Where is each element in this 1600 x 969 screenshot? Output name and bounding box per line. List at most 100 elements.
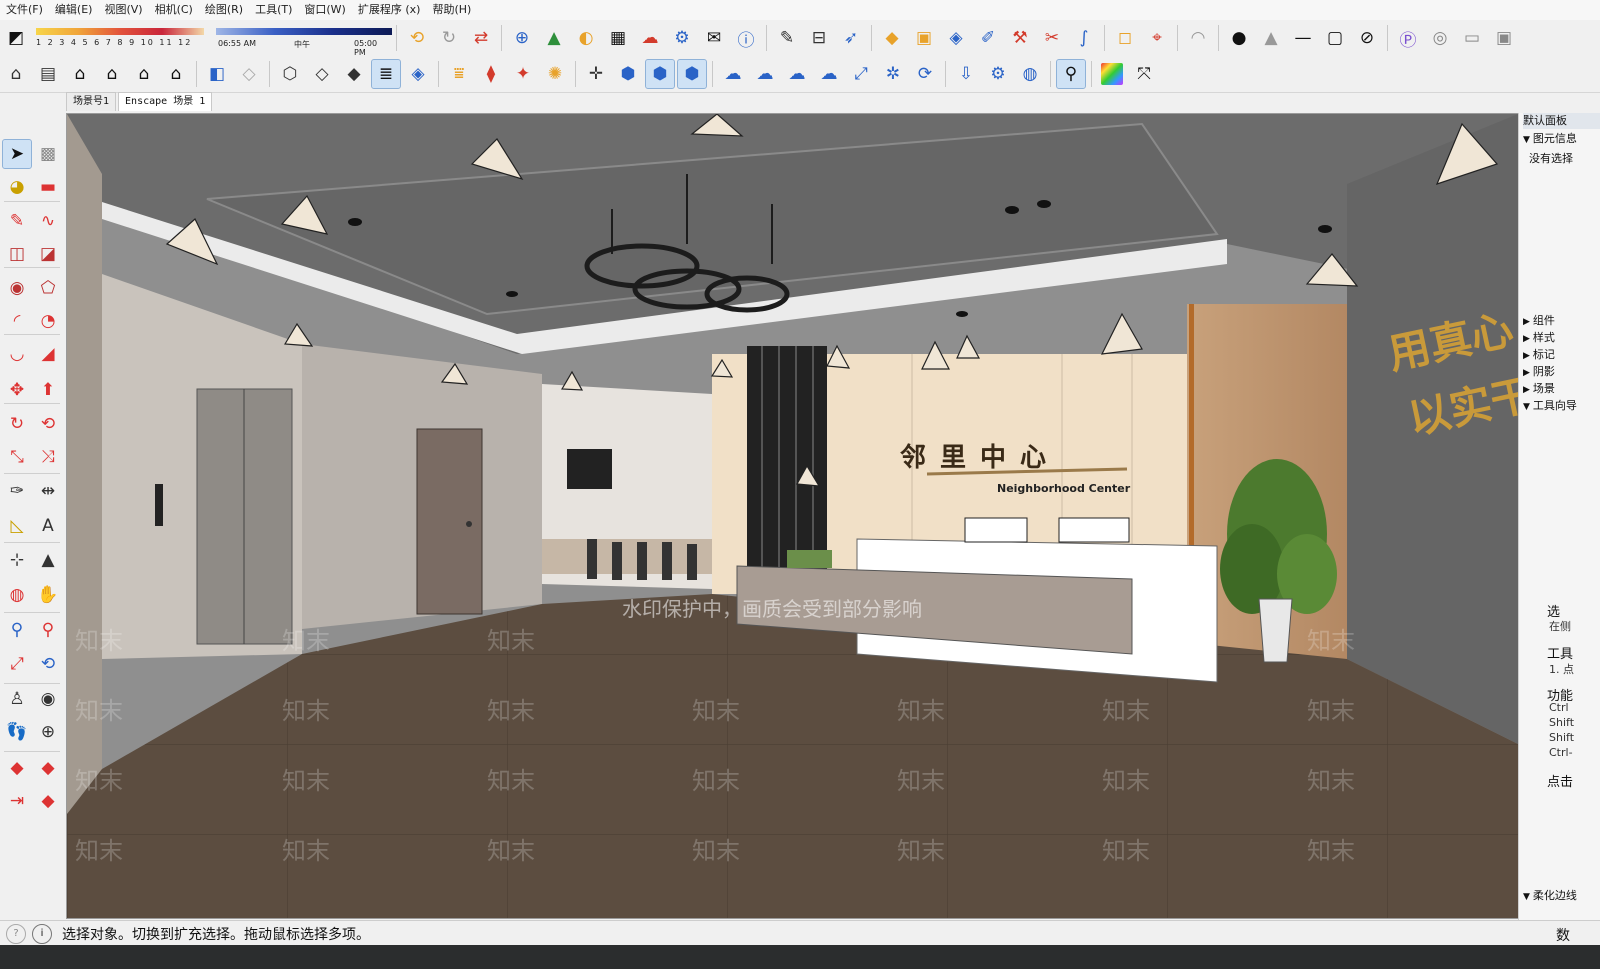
badge-icon[interactable]: ✺ [541,60,569,88]
zoom-extents-icon[interactable]: ⤢ [3,650,31,678]
palette-icon[interactable] [1101,63,1123,85]
sync-icon[interactable]: ⇄ [467,24,495,52]
offset-icon[interactable]: ⤨ [34,443,62,471]
sun-path-icon[interactable]: ◐ [572,24,600,52]
cloud2-icon[interactable]: ☁ [751,60,779,88]
cloud3-icon[interactable]: ☁ [783,60,811,88]
tray-section[interactable]: ▶ 阴影 [1523,364,1555,381]
rotate-icon[interactable]: ⟳ [911,60,939,88]
rectangle-icon[interactable]: ◫ [3,240,31,268]
menu-item[interactable]: 窗口(W) [298,0,351,20]
zoom-icon[interactable]: ⚲ [3,616,31,644]
plus-circle-icon[interactable]: ⊕ [508,24,536,52]
cube-active-icon[interactable]: ⬢ [645,59,675,89]
settings-icon[interactable]: ⚙ [668,24,696,52]
cloud-icon[interactable]: ☁ [719,60,747,88]
component-icon[interactable]: ▩ [34,140,62,168]
axes-icon[interactable]: ✛ [582,60,610,88]
level-icon[interactable]: ⊟ [805,24,833,52]
line-icon[interactable]: — [1289,24,1317,52]
scene-tab[interactable]: 场景号1 [66,92,117,111]
tree-icon[interactable]: ▲ [540,24,568,52]
mail-icon[interactable]: ✉ [700,24,728,52]
stack2-icon[interactable]: ⧫ [477,60,505,88]
download-icon[interactable]: ⇩ [952,60,980,88]
info-icon[interactable]: ⓘ [732,24,760,52]
wire-icon[interactable]: ⬡ [276,60,304,88]
menu-item[interactable]: 帮助(H) [426,0,477,20]
tray-section[interactable]: ▶ 样式 [1523,330,1555,347]
arc3-icon[interactable]: ◡ [3,340,31,368]
gem2-icon[interactable]: ◆ [34,787,62,815]
solid-icon[interactable]: ◆ [340,60,368,88]
search-zoom-icon[interactable]: ⚲ [1056,59,1086,89]
frame-icon[interactable]: ▢ [1321,24,1349,52]
cut-icon[interactable]: ✂ [1038,24,1066,52]
gem-icon[interactable]: ◆ [34,754,62,782]
shadow-month-slider[interactable]: 1 2 3 4 5 6 7 8 9 10 11 12 [36,26,208,50]
tray-section[interactable]: ▶ 组件 [1523,313,1555,330]
axes-icon[interactable]: ⊹ [3,546,31,574]
select-arrow-icon[interactable]: ➤ [2,139,32,169]
pie-icon[interactable]: ◔ [34,307,62,335]
pen-icon[interactable]: ✐ [974,24,1002,52]
entity-info-header[interactable]: ▼ 图元信息 [1523,131,1577,148]
push-pull-icon[interactable]: ⬆ [34,376,62,404]
axis-icon[interactable]: ⤧ [1130,60,1158,88]
cloud-upload-icon[interactable]: ☁ [636,24,664,52]
cone-icon[interactable]: ▲ [1257,24,1285,52]
eraser-icon[interactable]: ◩ [2,24,30,52]
menu-item[interactable]: 扩展程序 (x) [352,0,427,20]
orbit-icon[interactable]: ◍ [3,581,31,609]
gear-icon[interactable]: ⚙ [984,60,1012,88]
dot-icon[interactable]: ● [1225,24,1253,52]
target-icon[interactable]: ⌖ [1143,24,1171,52]
gable-icon[interactable]: ⌂ [130,60,158,88]
network-icon[interactable]: ✲ [879,60,907,88]
export-icon[interactable]: ⇥ [3,787,31,815]
eraser-icon[interactable]: ▬ [34,173,62,201]
shadow-time-slider[interactable]: 06:55 AM 中午 05:00 PM [216,26,392,57]
look-around-icon[interactable]: ◉ [34,685,62,713]
cube-icon[interactable]: ◧ [203,60,231,88]
previous-icon[interactable]: ⟲ [34,650,62,678]
orbit-icon[interactable]: ◎ [1426,24,1454,52]
arrow-icon[interactable]: ➶ [837,24,865,52]
pencil-icon[interactable]: ✎ [773,24,801,52]
pan-icon[interactable]: ✋ [34,581,62,609]
follow-me-icon[interactable]: ⟲ [34,410,62,438]
tape-icon[interactable]: ✑ [3,477,31,505]
menu-item[interactable]: 绘图(R) [199,0,249,20]
info-icon[interactable]: i [32,923,52,944]
shed-icon[interactable]: ⌂ [162,60,190,88]
roof-icon[interactable]: ⌂ [98,60,126,88]
cube-small-icon[interactable]: ◇ [308,60,336,88]
resize-icon[interactable]: ⤢ [847,60,875,88]
walk-icon[interactable]: 👣 [3,718,31,746]
globe-icon[interactable]: ◍ [1016,60,1044,88]
model-viewport[interactable]: 邻里中心 Neighborhood Center 用真心 以实干 水印保护中，画… [66,113,1519,919]
checker-icon[interactable]: ▦ [604,24,632,52]
layers-icon[interactable]: ≣ [371,59,401,89]
shape-icon[interactable]: ◈ [942,24,970,52]
position-camera-icon[interactable]: ♙ [3,685,31,713]
text-icon[interactable]: A [34,512,62,540]
move-icon[interactable]: ✥ [3,376,31,404]
tray-section[interactable]: ▼ 工具向导 [1523,398,1577,415]
tray-section[interactable]: ▶ 标记 [1523,347,1555,364]
wrench-icon[interactable]: ⚒ [1006,24,1034,52]
menu-item[interactable]: 文件(F) [0,0,49,20]
slideshow-icon[interactable]: ▭ [1458,24,1486,52]
enscape-logo-icon[interactable]: ⟲ [403,24,431,52]
cloud4-icon[interactable]: ☁ [815,60,843,88]
triangle-icon[interactable]: ◢ [34,340,62,368]
arc-icon[interactable]: ◜ [3,307,31,335]
magic-icon[interactable]: ✦ [509,60,537,88]
camera-icon[interactable]: ▣ [1490,24,1518,52]
ruby-icon[interactable]: ◆ [3,754,31,782]
scale-icon[interactable]: ⤡ [3,443,31,471]
dimension-icon[interactable]: ⇹ [34,477,62,505]
freehand-icon[interactable]: ∿ [34,207,62,235]
polygon-icon[interactable]: ⬠ [34,274,62,302]
rotated-rect-icon[interactable]: ◪ [34,240,62,268]
